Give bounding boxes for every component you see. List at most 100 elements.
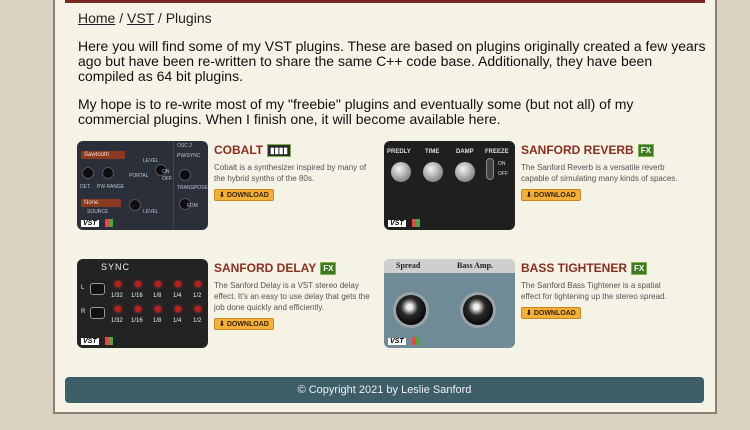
fx-badge: FX	[320, 261, 337, 275]
delay-division-label: 1/32	[111, 318, 123, 324]
led-indicator	[135, 281, 141, 287]
vst-logo: VST	[81, 220, 99, 227]
plugin-description: The Sanford Bass Tightener is a spatial …	[521, 281, 667, 301]
fx-badge: FX	[637, 143, 654, 157]
reverb-predly-label: PREDLY	[387, 149, 411, 155]
cobalt-pw-label: PW/SYNC	[177, 153, 201, 159]
cobalt-source-label: SOURCE	[87, 209, 109, 215]
delay-division-label: 1/4	[173, 318, 182, 324]
reverb-off-label: OFF	[498, 171, 508, 177]
cobalt-portal-label: PORTAL	[129, 173, 149, 179]
plugin-title-row: SANFORD DELAY FX	[214, 261, 374, 275]
cobalt-fdm-label: FDM	[187, 203, 198, 209]
delay-division-label: 1/16	[131, 318, 143, 324]
delay-left-label: L	[81, 285, 85, 291]
plugin-info: SANFORD REVERB FX The Sanford Reverb is …	[521, 143, 681, 202]
tightener-spread-knob	[393, 292, 429, 328]
download-button[interactable]: ⬇ DOWNLOAD	[521, 307, 581, 319]
delay-division-label: 1/16	[131, 293, 143, 299]
led-indicator	[115, 281, 121, 287]
cobalt-pwrange-label: PW RANGE	[97, 184, 125, 190]
delay-division-label: 1/8	[153, 318, 162, 324]
reverb-damp-label: DAMP	[456, 149, 474, 155]
download-button[interactable]: ⬇ DOWNLOAD	[521, 189, 581, 201]
plugin-title[interactable]: COBALT	[214, 143, 263, 157]
cobalt-on-label: ON	[162, 169, 170, 175]
plugin-title[interactable]: BASS TIGHTENER	[521, 261, 627, 275]
cobalt-knob	[179, 169, 191, 181]
cobalt-knob	[82, 167, 94, 179]
download-button[interactable]: ⬇ DOWNLOAD	[214, 189, 274, 201]
windows-logo-icon	[105, 337, 113, 345]
plugin-title-row: BASS TIGHTENER FX	[521, 261, 681, 275]
reverb-knob	[391, 162, 411, 182]
plugin-description: Cobalt is a synthesizer inspired by many…	[214, 163, 367, 183]
led-indicator	[155, 281, 161, 287]
download-label: DOWNLOAD	[533, 192, 576, 199]
cobalt-transpose-label: TRANSPOSE	[177, 185, 208, 191]
footer: © Copyright 2021 by Leslie Sanford	[65, 377, 704, 403]
tightener-bassamp-knob	[460, 292, 496, 328]
led-indicator	[135, 306, 141, 312]
led-indicator	[195, 281, 201, 287]
plugin-description: The Sanford Reverb is a versatile reverb…	[521, 163, 678, 183]
windows-logo-icon	[412, 337, 420, 345]
plugin-title-row: COBALT ▮▮▮▮	[214, 143, 374, 157]
download-label: DOWNLOAD	[226, 321, 269, 328]
cobalt-screenshot[interactable]: Sawtooth OSC 2 PW/SYNC LEVEL PORTAL ON O…	[77, 141, 208, 230]
cobalt-knob	[129, 199, 141, 211]
delay-division-label: 1/8	[153, 293, 162, 299]
plugin-title[interactable]: SANFORD REVERB	[521, 143, 634, 157]
cobalt-source-select: None	[81, 199, 121, 207]
synth-keyboard-icon: ▮▮▮▮	[267, 143, 291, 157]
download-label: DOWNLOAD	[226, 192, 269, 199]
windows-logo-icon	[412, 219, 420, 227]
led-indicator	[155, 306, 161, 312]
plugin-description: The Sanford Delay is a VST stereo delay …	[214, 281, 370, 312]
delay-division-label: 1/4	[173, 293, 182, 299]
cobalt-waveform-select: Sawtooth	[81, 151, 125, 159]
cobalt-knob	[102, 167, 114, 179]
led-indicator	[175, 306, 181, 312]
plugin-title-row: SANFORD REVERB FX	[521, 143, 681, 157]
tightener-bassamp-label: Bass Amp.	[457, 261, 494, 270]
cobalt-level-label: LEVEL	[143, 158, 159, 164]
top-accent-bar	[65, 0, 705, 3]
fx-badge: FX	[631, 261, 648, 275]
download-label: DOWNLOAD	[533, 310, 576, 317]
led-indicator	[195, 306, 201, 312]
vst-logo: VST	[81, 338, 99, 345]
led-indicator	[175, 281, 181, 287]
breadcrumb-separator: /	[157, 10, 162, 26]
reverb-knob	[455, 162, 475, 182]
plugin-info: SANFORD DELAY FX The Sanford Delay is a …	[214, 261, 374, 331]
plugin-title[interactable]: SANFORD DELAY	[214, 261, 316, 275]
reverb-knob	[423, 162, 443, 182]
reverb-time-label: TIME	[425, 149, 440, 155]
bass-tightener-screenshot[interactable]: Spread Bass Amp. VST	[384, 259, 515, 348]
intro-paragraph: Here you will find some of my VST plugin…	[78, 38, 706, 84]
windows-logo-icon	[105, 219, 113, 227]
sanford-reverb-screenshot[interactable]: PREDLY TIME DAMP FREEZE ON OFF VST	[384, 141, 515, 230]
delay-right-label: R	[81, 309, 86, 315]
breadcrumb-separator: /	[119, 10, 124, 26]
cobalt-divider	[173, 141, 174, 230]
reverb-freeze-switch	[486, 158, 494, 180]
delay-division-label: 1/2	[193, 293, 202, 299]
breadcrumb: Home / VST / Plugins	[78, 10, 212, 26]
cobalt-osc-label: OSC 2	[177, 143, 193, 149]
delay-right-button	[90, 307, 105, 319]
reverb-freeze-label: FREEZE	[485, 149, 509, 155]
led-indicator	[115, 306, 121, 312]
vst-logo: VST	[388, 338, 406, 345]
breadcrumb-home-link[interactable]: Home	[78, 10, 115, 26]
download-button[interactable]: ⬇ DOWNLOAD	[214, 318, 274, 330]
plugin-info: BASS TIGHTENER FX The Sanford Bass Tight…	[521, 261, 681, 320]
cobalt-level-label: LEVEL	[143, 209, 159, 215]
delay-left-button	[90, 283, 105, 295]
breadcrumb-vst-link[interactable]: VST	[127, 10, 154, 26]
sanford-delay-screenshot[interactable]: SYNC L R 1/32 1/16 1/8 1/4 1/2 1/32 1/16…	[77, 259, 208, 348]
vst-logo: VST	[388, 220, 406, 227]
reverb-on-label: ON	[498, 161, 506, 167]
cobalt-off-label: OFF	[162, 176, 172, 182]
